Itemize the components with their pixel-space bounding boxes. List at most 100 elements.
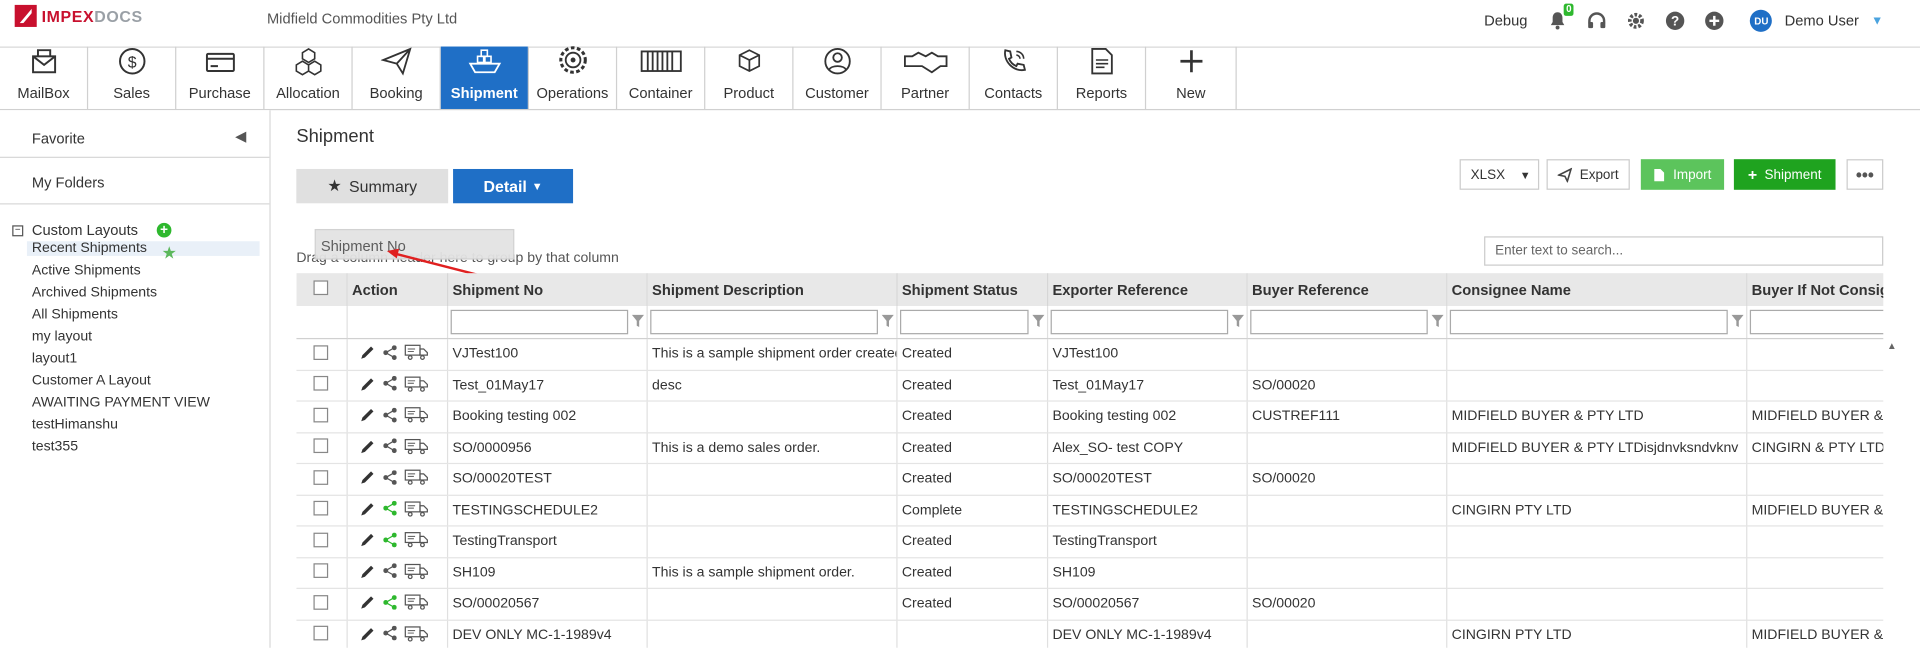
share-icon[interactable] — [382, 563, 397, 582]
star-icon[interactable]: ★ — [162, 242, 177, 263]
row-checkbox[interactable] — [313, 407, 329, 423]
truck-icon[interactable] — [403, 376, 428, 396]
column-filter-input[interactable] — [450, 309, 628, 335]
module-reports[interactable]: Reports — [1058, 46, 1147, 109]
truck-icon[interactable] — [403, 625, 428, 645]
detail-button[interactable]: Detail ▼ — [453, 168, 574, 204]
help-icon[interactable]: ? — [1662, 7, 1689, 34]
sidebar-favorite[interactable]: Favorite — [32, 130, 85, 147]
add-layout-icon[interactable]: + — [156, 222, 172, 238]
row-select-cell[interactable] — [296, 369, 348, 402]
export-button[interactable]: Export — [1546, 159, 1630, 190]
layout-item[interactable]: layout1 — [32, 351, 77, 366]
row-checkbox[interactable] — [313, 345, 329, 360]
col-header[interactable]: Buyer Reference — [1246, 273, 1447, 307]
module-product[interactable]: Product — [705, 46, 794, 109]
share-icon[interactable] — [382, 594, 397, 613]
edit-icon[interactable] — [359, 376, 375, 396]
headset-icon[interactable] — [1584, 7, 1611, 34]
row-select-cell[interactable] — [296, 619, 348, 648]
filter-icon[interactable] — [631, 314, 644, 330]
col-header[interactable]: Action — [346, 273, 448, 307]
filter-icon[interactable] — [1430, 314, 1444, 330]
bell-icon[interactable]: 0 — [1545, 3, 1574, 34]
col-header[interactable]: Shipment No — [446, 273, 648, 307]
col-header[interactable]: Consignee Name — [1446, 273, 1747, 307]
share-icon[interactable] — [382, 407, 397, 425]
scroll-up-icon[interactable]: ▲ — [1887, 340, 1897, 351]
edit-icon[interactable] — [359, 438, 375, 458]
column-filter-input[interactable] — [649, 309, 878, 335]
import-button[interactable]: Import — [1640, 159, 1725, 190]
truck-icon[interactable] — [403, 438, 428, 458]
table-row[interactable]: SO/00020567 Created SO/00020567 SO/00020 — [296, 588, 1884, 621]
column-filter-input[interactable] — [899, 309, 1028, 335]
layout-item[interactable]: Customer A Layout — [32, 373, 151, 388]
row-select-cell[interactable] — [296, 588, 348, 621]
export-format-select[interactable]: XLSX ▼ — [1459, 159, 1540, 190]
share-icon[interactable] — [382, 532, 397, 550]
row-select-cell[interactable] — [296, 401, 348, 433]
table-row[interactable]: TestingTransport Created TestingTransport — [296, 525, 1884, 558]
layout-item[interactable]: All Shipments — [32, 307, 118, 322]
more-options-button[interactable]: ••• — [1846, 159, 1884, 190]
row-select-cell[interactable] — [296, 338, 348, 371]
share-icon[interactable] — [382, 438, 397, 457]
row-select-cell[interactable] — [296, 525, 348, 558]
edit-icon[interactable] — [359, 469, 375, 489]
table-row[interactable]: SO/00020TEST Created SO/00020TEST SO/00020 — [296, 463, 1884, 496]
module-customer[interactable]: Customer — [793, 46, 882, 109]
table-row[interactable]: DEV ONLY MC-1-1989v4 DEV ONLY MC-1-1989v4… — [296, 619, 1884, 648]
row-checkbox[interactable] — [313, 626, 329, 641]
row-checkbox[interactable] — [313, 532, 329, 548]
filter-icon[interactable] — [881, 314, 894, 330]
add-shipment-button[interactable]: + Shipment — [1733, 159, 1836, 190]
column-filter-input[interactable] — [1249, 309, 1428, 335]
sidebar-my-folders[interactable]: My Folders — [32, 174, 105, 191]
layout-item[interactable]: Archived Shipments — [32, 285, 157, 300]
edit-icon[interactable] — [359, 532, 375, 552]
edit-icon[interactable] — [359, 625, 375, 645]
share-icon[interactable] — [382, 469, 397, 488]
truck-icon[interactable] — [403, 344, 428, 364]
settings-gear-icon[interactable] — [1623, 7, 1650, 34]
col-header[interactable]: Buyer If Not Consignee — [1746, 273, 1884, 307]
edit-icon[interactable] — [359, 407, 375, 427]
share-icon[interactable] — [382, 345, 397, 363]
share-icon[interactable] — [382, 376, 397, 394]
row-checkbox[interactable] — [313, 501, 329, 516]
col-header[interactable]: Shipment Status — [896, 273, 1048, 307]
module-new[interactable]: New — [1146, 46, 1237, 109]
module-booking[interactable]: Booking — [353, 46, 441, 109]
edit-icon[interactable] — [359, 501, 375, 521]
truck-icon[interactable] — [403, 563, 428, 583]
module-contacts[interactable]: Contacts — [970, 46, 1058, 109]
share-icon[interactable] — [382, 626, 397, 644]
truck-icon[interactable] — [403, 594, 428, 614]
truck-icon[interactable] — [403, 469, 428, 489]
col-header[interactable]: Shipment Description — [646, 273, 897, 307]
tree-collapse-icon[interactable]: − — [12, 225, 24, 237]
row-select-cell[interactable] — [296, 557, 348, 589]
add-circle-icon[interactable] — [1701, 7, 1728, 34]
row-checkbox[interactable] — [313, 469, 329, 485]
table-row[interactable]: SO/0000956 This is a demo sales order. Cre… — [296, 432, 1884, 465]
table-row[interactable]: VJTest100 This is a sample shipment order… — [296, 338, 1884, 371]
layout-item[interactable]: Active Shipments — [32, 263, 141, 278]
app-logo[interactable]: IMPEXDOCS — [14, 4, 143, 27]
col-header[interactable]: Exporter Reference — [1046, 273, 1248, 307]
module-allocation[interactable]: Allocation — [264, 46, 353, 109]
search-input[interactable] — [1484, 236, 1884, 266]
edit-icon[interactable] — [359, 563, 375, 583]
row-select-cell[interactable] — [296, 432, 348, 465]
module-shipment[interactable]: Shipment — [440, 46, 529, 109]
filter-icon[interactable] — [1231, 314, 1244, 330]
truck-icon[interactable] — [403, 407, 428, 427]
row-select-cell[interactable] — [296, 494, 348, 527]
avatar[interactable]: DU — [1750, 9, 1773, 32]
table-row[interactable]: Booking testing 002 Created Booking testin… — [296, 401, 1884, 433]
layout-item[interactable]: my layout — [32, 329, 92, 344]
chevron-down-icon[interactable]: ▼ — [1871, 14, 1883, 27]
column-filter-input[interactable] — [1749, 309, 1884, 335]
module-purchase[interactable]: Purchase — [176, 46, 265, 109]
